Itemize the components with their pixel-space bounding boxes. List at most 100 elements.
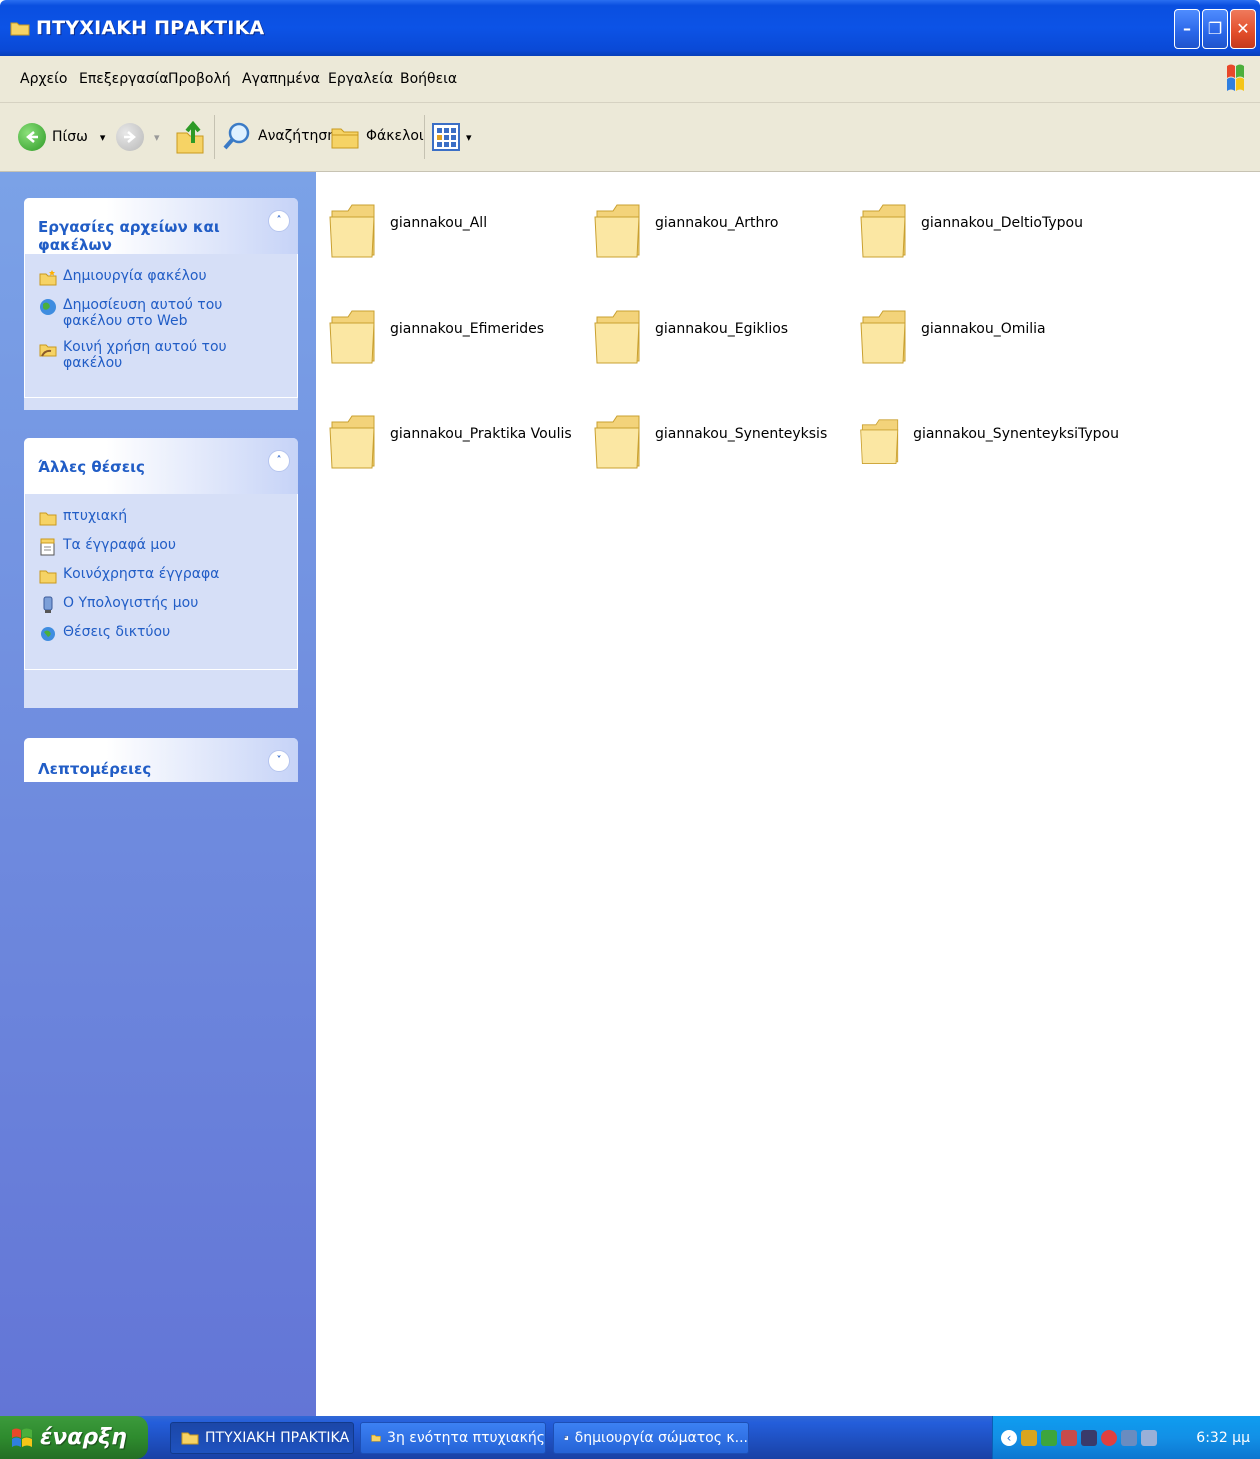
folder-icon [329,204,375,258]
file-folder-tasks-header[interactable]: Εργασίες αρχείων και φακέλων ˄ [24,198,298,254]
publish-web-icon [40,299,56,315]
menu-favorites[interactable]: Αγαπημένα [242,71,320,87]
tray-user-icon[interactable] [1021,1429,1037,1446]
back-dropdown-icon[interactable]: ▾ [100,131,106,144]
restore-button[interactable]: ❐ [1202,9,1228,49]
taskbar: έναρξη ΠΤΥΧΙΑΚΗ ΠΡΑΚΤΙΚΑ 3η ενότητα πτυχ… [0,1416,1260,1459]
tray-connection-icon[interactable] [1141,1429,1157,1446]
place-ptyxiaki[interactable]: πτυχιακή [39,508,285,527]
views-button[interactable]: ▾ [432,123,472,151]
folders-label: Φάκελοι [366,128,424,144]
tray-shield-icon[interactable] [1101,1429,1117,1446]
task-new-folder[interactable]: Δημιουργία φακέλου [39,268,285,287]
expand-chevron-icon[interactable]: ˅ [268,750,290,772]
place-my-computer[interactable]: Ο Υπολογιστής μου [39,595,285,614]
other-places-panel: Άλλες θέσεις ˄ πτυχιακή Τα έγγραφά μου Κ… [24,438,298,708]
place-network-places[interactable]: Θέσεις δικτύου [39,624,285,643]
place-my-documents[interactable]: Τα έγγραφά μου [39,537,285,556]
panel-title: Άλλες θέσεις [38,458,145,476]
collapse-chevron-icon[interactable]: ˄ [268,210,290,232]
views-dropdown-icon[interactable]: ▾ [466,131,472,144]
tray-app-icon[interactable] [1081,1429,1097,1446]
folders-button[interactable]: Φάκελοι [330,121,424,151]
task-share-folder[interactable]: Κοινή χρήση αυτού του φακέλου [39,339,285,371]
search-button[interactable]: Αναζήτηση [222,121,336,151]
menu-file[interactable]: Αρχείο [20,71,67,87]
folder-item[interactable]: giannakou_Praktika Voulis [328,405,588,475]
taskbar-button-label: ΠΤΥΧΙΑΚΗ ΠΡΑΚΤΙΚΑ [205,1430,350,1446]
folder-item[interactable]: giannakou_DeltioTypou [859,194,1119,264]
folder-item[interactable]: giannakou_Arthro [593,194,853,264]
details-panel: Λεπτομέρειες ˅ [24,738,298,782]
folder-name: giannakou_Arthro [655,215,779,231]
title-bar[interactable]: ΠΤΥΧΙΑΚΗ ΠΡΑΚΤΙΚΑ – ❐ ✕ [0,0,1260,56]
folder-icon [39,570,57,584]
windows-logo-icon [12,1428,32,1447]
windows-logo-icon [1227,64,1244,91]
place-shared-documents[interactable]: Κοινόχρηστα έγγραφα [39,566,285,585]
folder-content-area: giannakou_All giannakou_Arthro giannakou… [316,172,1260,1416]
tray-expand-chevron-icon[interactable]: ‹ [1001,1429,1017,1446]
back-label: Πίσω [52,129,88,145]
taskbar-button-label: δημιουργία σώματος κ... [574,1430,748,1446]
file-folder-tasks-panel: Εργασίες αρχείων και φακέλων ˄ Δημιουργί… [24,198,298,410]
other-places-header[interactable]: Άλλες θέσεις ˄ [24,438,298,494]
task-label: Δημιουργία φακέλου [63,268,207,284]
place-label: Τα έγγραφά μου [63,537,176,553]
menu-tools[interactable]: Εργαλεία [328,71,393,87]
word-document-icon: W [564,1435,569,1441]
clock[interactable]: 6:32 μμ [1196,1430,1250,1446]
folder-icon [860,419,899,464]
folder-name: giannakou_DeltioTypou [921,215,1083,231]
task-label: Δημοσίευση αυτού του φακέλου στο Web [63,297,223,329]
minimize-button[interactable]: – [1174,9,1200,49]
folder-icon [860,310,906,364]
menu-help[interactable]: Βοήθεια [400,71,457,87]
tray-network-icon[interactable] [1061,1429,1077,1446]
folder-item[interactable]: giannakou_Efimerides [328,300,588,370]
system-tray: ‹ 6:32 μμ [992,1416,1260,1459]
taskbar-button-ptyxiaki-praktika[interactable]: ΠΤΥΧΙΑΚΗ ΠΡΑΚΤΙΚΑ [170,1422,354,1454]
back-button[interactable]: Πίσω ▾ [18,123,105,151]
window-title: ΠΤΥΧΙΑΚΗ ΠΡΑΚΤΙΚΑ [36,17,265,39]
menu-view[interactable]: Προβολή [168,71,231,87]
toolbar-separator [424,115,425,159]
folder-icon [594,310,640,364]
collapse-chevron-icon[interactable]: ˄ [268,450,290,472]
up-folder-button[interactable] [175,119,205,155]
taskbar-button-3h-enotita[interactable]: 3η ενότητα πτυχιακής [360,1422,546,1454]
toolbar: Πίσω ▾ ▾ Αναζήτηση Φάκελοι ▾ [0,103,1260,172]
close-button[interactable]: ✕ [1230,9,1256,49]
toolbar-separator [214,115,215,159]
folder-icon [860,204,906,258]
folder-name: giannakou_Synenteyksis [655,426,828,442]
explorer-window: ΠΤΥΧΙΑΚΗ ΠΡΑΚΤΙΚΑ – ❐ ✕ Αρχείο Επεξεργασ… [0,0,1260,1416]
place-label: πτυχιακή [63,508,128,524]
forward-dropdown-icon[interactable]: ▾ [154,131,160,144]
folder-name: giannakou_Egiklios [655,321,789,337]
details-header[interactable]: Λεπτομέρειες ˅ [24,738,298,782]
taskbar-button-word-document[interactable]: W δημιουργία σώματος κ... [553,1422,749,1454]
search-label: Αναζήτηση [258,128,337,144]
new-folder-icon [39,270,57,286]
forward-button[interactable]: ▾ [116,123,160,151]
folder-item[interactable]: giannakou_Egiklios [593,300,853,370]
folder-icon [10,22,30,36]
views-grid-icon [432,123,460,151]
place-label: Θέσεις δικτύου [63,624,171,640]
panel-title: Εργασίες αρχείων και φακέλων [38,218,220,254]
share-folder-icon [39,344,57,357]
folder-name: giannakou_All [390,215,488,231]
folder-item[interactable]: giannakou_SynenteyksiTypou [859,405,1119,475]
task-publish-web[interactable]: Δημοσίευση αυτού του φακέλου στο Web [39,297,285,329]
my-documents-icon [40,538,55,556]
start-button[interactable]: έναρξη [0,1416,148,1459]
folder-icon [181,1432,199,1445]
tray-award-icon[interactable] [1041,1429,1057,1446]
tray-display-icon[interactable] [1121,1429,1137,1446]
folder-icon [371,1434,381,1442]
menu-edit[interactable]: Επεξεργασία [79,71,168,87]
folder-item[interactable]: giannakou_All [328,194,588,264]
folder-item[interactable]: giannakou_Synenteyksis [593,405,853,475]
folder-item[interactable]: giannakou_Omilia [859,300,1119,370]
